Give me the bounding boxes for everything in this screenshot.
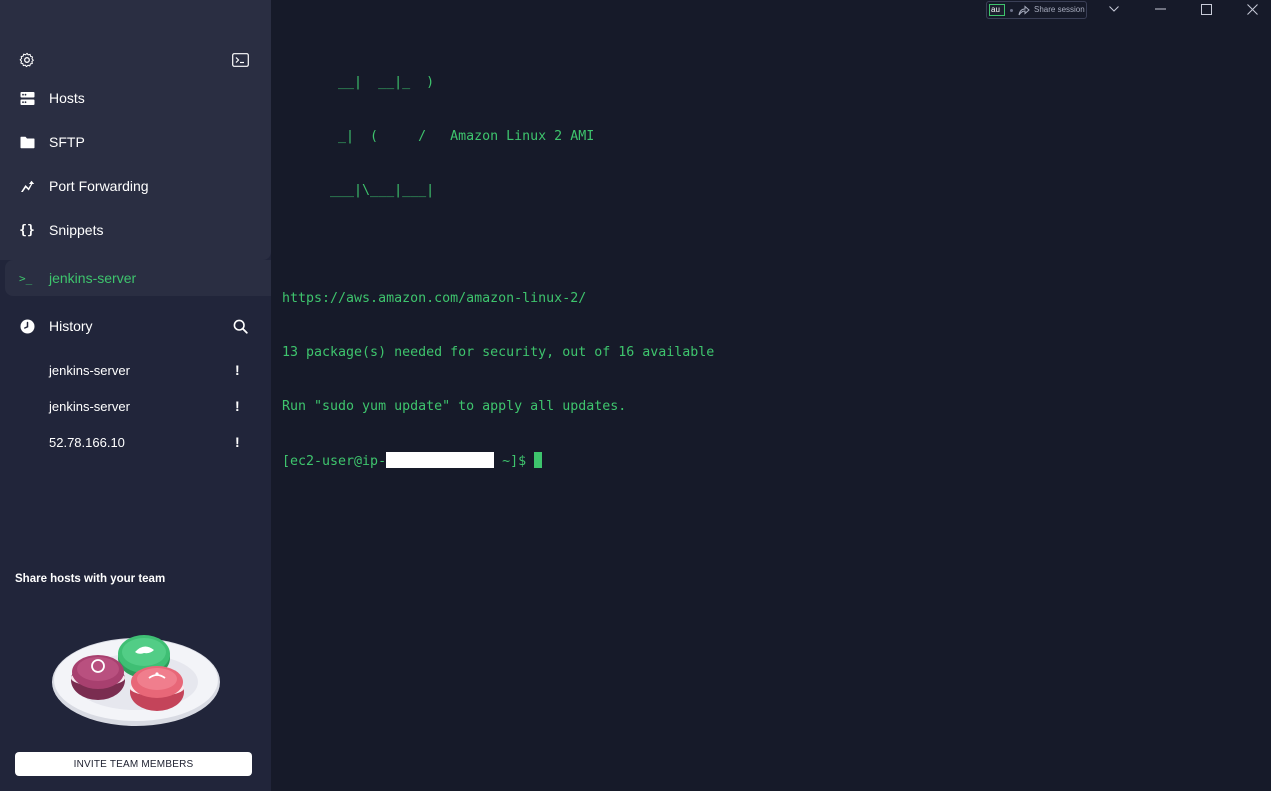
history-item-label: jenkins-server [49,362,130,378]
share-session-label: Share session [1034,5,1085,14]
minimize-icon[interactable] [1142,0,1178,18]
port-forwarding-icon [19,178,35,194]
active-session-label: jenkins-server [49,270,137,286]
terminal-line: _| ( / Amazon Linux 2 AMI [282,129,595,144]
terminal-line: 13 package(s) needed for security, out o… [282,345,715,360]
maximize-icon[interactable] [1188,0,1224,18]
session-input[interactable]: au [989,4,1005,16]
terminal-prompt: [ec2-user@ip- ~]$ [282,452,714,470]
gear-icon[interactable] [18,51,36,69]
clock-icon [19,318,35,334]
sidebar-item-snippets[interactable]: {} Snippets [0,210,271,250]
sidebar-item-port-forwarding[interactable]: Port Forwarding [0,166,271,206]
sidebar-item-sftp[interactable]: SFTP [0,122,271,162]
close-icon[interactable] [1234,0,1270,18]
warning-icon: ! [235,434,240,450]
history-header: History [0,306,271,346]
prompt-suffix: ~]$ [494,454,535,469]
sidebar: Hosts SFTP Port Forwarding {} Snippets >… [0,0,271,791]
prompt-prefix: [ec2-user@ip- [282,454,387,469]
terminal-output[interactable]: __| __|_ ) _| ( / Amazon Linux 2 AMI ___… [282,38,714,488]
snippets-icon: {} [19,222,35,238]
invite-team-members-button[interactable]: INVITE TEAM MEMBERS [15,752,252,776]
sidebar-item-label: Port Forwarding [49,178,149,194]
terminal-line: Run "sudo yum update" to apply all updat… [282,399,627,414]
sidebar-item-label: SFTP [49,134,85,150]
redacted-hostname [386,452,495,468]
terminal-icon[interactable] [231,51,249,69]
folder-icon [19,134,35,150]
warning-icon: ! [235,398,240,414]
terminal-line: https://aws.amazon.com/amazon-linux-2/ [282,291,587,306]
terminal-line: ___|\___|___| [282,183,435,198]
history-title: History [49,318,93,334]
sidebar-item-label: Snippets [49,222,104,238]
sidebar-item-active-session[interactable]: >_ jenkins-server [5,260,271,296]
macaron-plate-illustration [52,635,220,726]
history-item[interactable]: jenkins-server ! [0,391,271,421]
history-item[interactable]: jenkins-server ! [0,355,271,385]
sidebar-item-hosts[interactable]: Hosts [0,78,271,118]
hosts-icon [19,90,35,106]
warning-icon: ! [235,362,240,378]
chevron-down-icon[interactable] [1096,0,1132,18]
history-item-label: 52.78.166.10 [49,434,125,450]
separator-dot [1010,9,1013,12]
terminal-line: __| __|_ ) [282,75,435,90]
history-item-label: jenkins-server [49,398,130,414]
terminal-cursor [534,452,543,468]
share-session-bar[interactable]: au Share session [986,1,1087,19]
search-icon[interactable] [231,317,249,335]
sidebar-item-label: Hosts [49,90,85,106]
history-item[interactable]: 52.78.166.10 ! [0,427,271,457]
promo-title: Share hosts with your team [15,573,166,585]
nav-panel: Hosts SFTP Port Forwarding {} Snippets [0,0,271,260]
share-arrow-icon [1018,5,1030,16]
terminal-prompt-icon: >_ [19,271,33,285]
